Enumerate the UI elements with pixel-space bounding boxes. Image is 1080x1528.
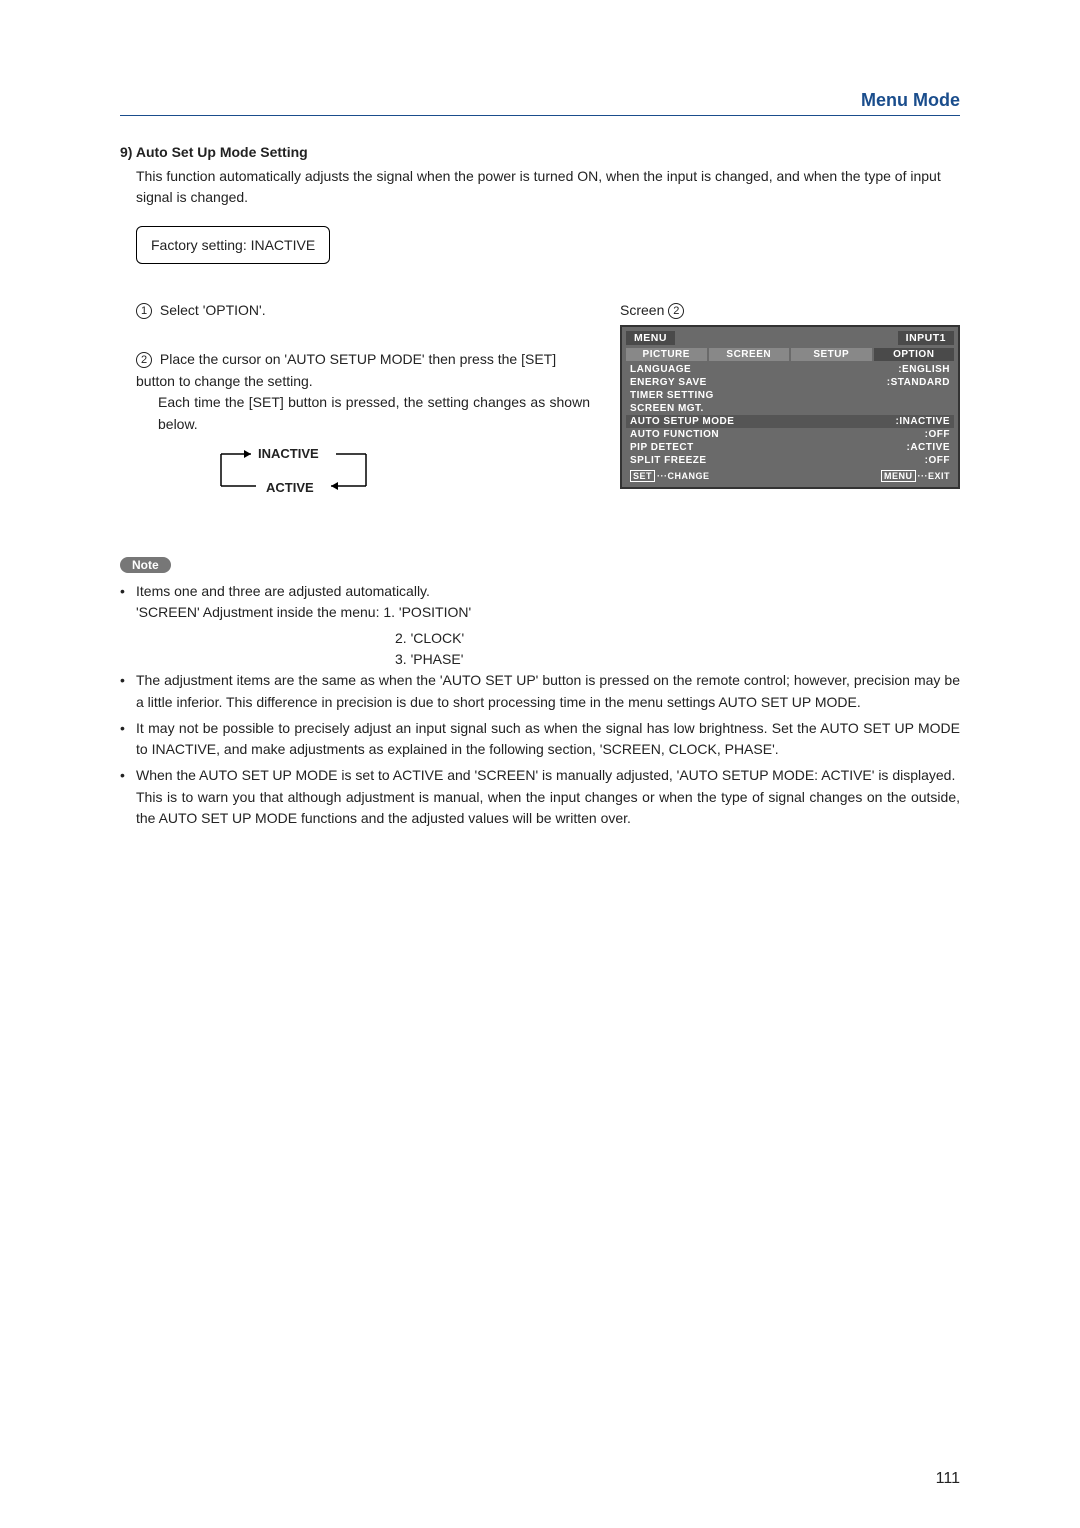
osd-input-chip: INPUT1	[898, 331, 954, 345]
osd-row-energy: ENERGY SAVE:STANDARD	[626, 376, 954, 389]
osd-menu-chip: MENU	[626, 331, 675, 345]
page-number: 111	[936, 1470, 960, 1488]
osd-tab-option: OPTION	[874, 348, 955, 361]
note-1b: 'SCREEN' Adjustment inside the menu: 1. …	[136, 602, 960, 624]
step-2: 2 Place the cursor on 'AUTO SETUP MODE' …	[136, 349, 590, 506]
step-2-line2: Each time the [SET] button is pressed, t…	[158, 392, 590, 435]
section-intro: This function automatically adjusts the …	[136, 166, 960, 208]
bullet-icon: •	[120, 670, 136, 713]
note-1: • Items one and three are adjusted autom…	[120, 581, 960, 624]
cycle-inactive: INACTIVE	[258, 446, 319, 461]
factory-setting-box: Factory setting: INACTIVE	[136, 226, 330, 264]
osd-tab-picture: PICTURE	[626, 348, 707, 361]
screen-label: Screen 2	[620, 302, 960, 319]
adj-3: 3. 'PHASE'	[395, 649, 960, 670]
osd-row-language: LANGUAGE:ENGLISH	[626, 363, 954, 376]
note-3: • It may not be possible to precisely ad…	[120, 718, 960, 761]
section-title: Auto Set Up Mode Setting	[136, 144, 308, 160]
section-heading: 9) Auto Set Up Mode Setting	[120, 144, 960, 160]
step-2-line1: Place the cursor on 'AUTO SETUP MODE' th…	[136, 351, 556, 389]
adj-2: 2. 'CLOCK'	[395, 628, 960, 649]
step-1-number-icon: 1	[136, 303, 152, 319]
screen-label-number-icon: 2	[668, 303, 684, 319]
osd-tab-screen: SCREEN	[709, 348, 790, 361]
note-badge: Note	[120, 557, 171, 573]
notes-section: Note • Items one and three are adjusted …	[120, 556, 960, 830]
note-2: • The adjustment items are the same as w…	[120, 670, 960, 713]
adjustment-list: 2. 'CLOCK' 3. 'PHASE'	[395, 628, 960, 670]
cycle-diagram: INACTIVE ACTIVE	[196, 446, 396, 506]
step-1: 1 Select 'OPTION'.	[136, 302, 590, 319]
bullet-icon: •	[120, 765, 136, 830]
osd-panel: MENU INPUT1 PICTURE SCREEN SETUP OPTION …	[620, 325, 960, 489]
osd-row-screenmgt: SCREEN MGT.	[626, 402, 954, 415]
osd-row-autofunc: AUTO FUNCTION:OFF	[626, 428, 954, 441]
note-4b: This is to warn you that although adjust…	[136, 787, 960, 830]
note-4: • When the AUTO SET UP MODE is set to AC…	[120, 765, 960, 830]
bullet-icon: •	[120, 718, 136, 761]
section-number: 9)	[120, 144, 132, 160]
note-1a: Items one and three are adjusted automat…	[136, 581, 960, 603]
osd-row-split: SPLIT FREEZE:OFF	[626, 454, 954, 467]
osd-menu-btn-icon: MENU	[881, 470, 916, 482]
osd-row-timer: TIMER SETTING	[626, 389, 954, 402]
osd-set-btn-icon: SET	[630, 470, 655, 482]
osd-footer: SET···CHANGE MENU···EXIT	[626, 469, 954, 483]
bullet-icon: •	[120, 581, 136, 624]
note-4a: When the AUTO SET UP MODE is set to ACTI…	[136, 765, 960, 787]
osd-row-autosetup: AUTO SETUP MODE:INACTIVE	[626, 415, 954, 428]
page-header: Menu Mode	[120, 90, 960, 116]
screen-label-prefix: Screen	[620, 302, 664, 318]
step-1-text: Select 'OPTION'.	[160, 302, 266, 318]
cycle-active: ACTIVE	[266, 480, 314, 495]
osd-tabs: PICTURE SCREEN SETUP OPTION	[626, 348, 954, 361]
step-2-number-icon: 2	[136, 352, 152, 368]
osd-tab-setup: SETUP	[791, 348, 872, 361]
osd-row-pip: PIP DETECT:ACTIVE	[626, 441, 954, 454]
